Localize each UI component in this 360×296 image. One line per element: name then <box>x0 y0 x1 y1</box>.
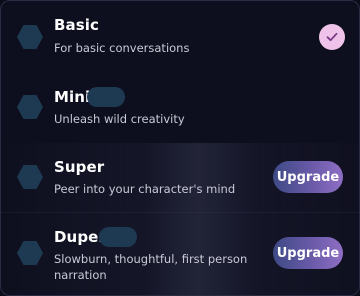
tier-badge-placeholder <box>87 87 125 107</box>
hexagon-icon <box>17 25 43 49</box>
upgrade-button-super[interactable]: Upgrade <box>273 161 343 193</box>
tier-option-basic[interactable]: Basic For basic conversations <box>1 1 359 73</box>
tier-badge-placeholder <box>99 227 137 247</box>
tier-description: For basic conversations <box>54 41 190 55</box>
tier-description: Unleash wild creativity <box>54 112 185 126</box>
tier-title: Super <box>54 158 105 176</box>
tier-description: Peer into your character's mind <box>54 182 236 196</box>
tier-option-duper[interactable]: Duper Slowburn, thoughtful, first person… <box>1 213 359 295</box>
checkmark-glyph <box>326 32 338 42</box>
tier-description: Slowburn, thoughtful, first person narra… <box>54 252 248 282</box>
tier-title: Mini <box>54 88 91 106</box>
hexagon-icon <box>17 165 43 189</box>
model-tier-selector: Basic For basic conversations Mini Unlea… <box>0 0 360 296</box>
hexagon-icon <box>17 95 43 119</box>
tier-option-mini[interactable]: Mini Unleash wild creativity <box>1 73 359 143</box>
upgrade-button-duper[interactable]: Upgrade <box>273 237 343 269</box>
tier-option-super[interactable]: Super Peer into your character's mind Up… <box>1 143 359 213</box>
tier-title: Basic <box>54 16 100 34</box>
checkmark-icon <box>319 24 345 50</box>
hexagon-icon <box>17 241 43 265</box>
